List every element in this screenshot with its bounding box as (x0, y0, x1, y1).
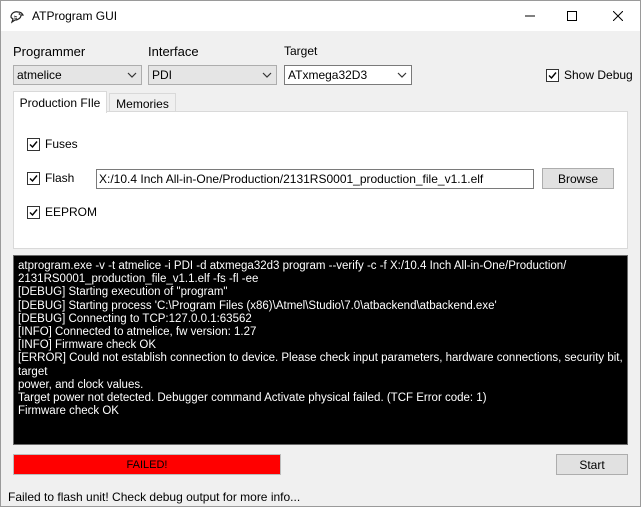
programmer-label: Programmer (13, 44, 86, 59)
eeprom-label: EEPROM (45, 205, 98, 219)
status-text: FAILED! (126, 458, 168, 471)
bird-icon (9, 8, 25, 24)
chevron-down-icon (262, 72, 272, 78)
check-icon (29, 140, 38, 148)
chevron-down-icon (397, 72, 407, 78)
show-debug-label: Show Debug (564, 68, 633, 82)
console-line: [DEBUG] Connecting to TCP:127.0.0.1:6356… (18, 312, 252, 325)
tab-production-file[interactable]: Production FIle (13, 91, 107, 113)
fuses-checkbox[interactable]: Fuses (27, 137, 78, 151)
programmer-select[interactable]: atmelice (13, 65, 142, 85)
console-line: [ERROR] Could not establish connection t… (18, 352, 626, 378)
check-icon (29, 174, 38, 182)
debug-output-console[interactable]: atprogram.exe -v -t atmelice -i PDI -d a… (13, 255, 628, 445)
target-label: Target (284, 44, 318, 58)
window-title: ATProgram GUI (32, 9, 118, 23)
fuses-check (27, 137, 40, 151)
show-debug-checkbox[interactable]: Show Debug (546, 68, 633, 82)
tab-memories[interactable]: Memories (109, 93, 176, 113)
close-button[interactable] (595, 1, 641, 31)
interface-label: Interface (148, 44, 199, 59)
flash-checkbox[interactable]: Flash (27, 171, 74, 185)
app-window: ATProgram GUI Programmer Interface Targe… (0, 0, 641, 507)
tab-production-file-label: Production FIle (19, 95, 101, 110)
minimize-button[interactable] (507, 1, 553, 31)
console-line: power, and clock values. (18, 378, 144, 391)
tab-memories-label: Memories (116, 96, 169, 111)
console-line: Target power not detected. Debugger comm… (18, 392, 487, 405)
check-icon (29, 208, 38, 216)
maximize-button[interactable] (549, 1, 595, 31)
production-file-panel: Fuses Flash X:/10.4 Inch All-in-One/Prod… (13, 111, 628, 249)
show-debug-check (546, 68, 559, 82)
console-line: 2131RS0001_production_file_v1.1.elf -fs … (18, 273, 259, 286)
interface-value: PDI (152, 68, 173, 82)
fuses-label: Fuses (45, 137, 78, 151)
eeprom-checkbox[interactable]: EEPROM (27, 205, 97, 219)
maximize-icon (567, 11, 577, 21)
start-button[interactable]: Start (556, 454, 628, 475)
check-icon (548, 71, 557, 79)
minimize-icon (525, 15, 535, 17)
status-indicator: FAILED! (13, 454, 281, 475)
target-select[interactable]: ATxmega32D3 (284, 65, 412, 85)
console-line: [INFO] Connected to atmelice, fw version… (18, 326, 257, 339)
programmer-value: atmelice (17, 68, 62, 82)
console-line: atprogram.exe -v -t atmelice -i PDI -d a… (18, 260, 567, 272)
console-line: [DEBUG] Starting process 'C:\Program Fil… (18, 299, 497, 312)
status-message: Failed to flash unit! Check debug output… (8, 490, 301, 504)
flash-file-path-input[interactable]: X:/10.4 Inch All-in-One/Production/2131R… (96, 169, 534, 189)
interface-select[interactable]: PDI (148, 65, 277, 85)
flash-label: Flash (45, 171, 75, 185)
title-bar[interactable]: ATProgram GUI (1, 1, 640, 31)
chevron-down-icon (127, 72, 137, 78)
browse-button[interactable]: Browse (542, 168, 614, 189)
eeprom-check (27, 205, 40, 219)
console-line: Firmware check OK (18, 405, 119, 418)
flash-check (27, 171, 40, 185)
console-line: [INFO] Firmware check OK (18, 339, 157, 352)
close-icon (613, 11, 623, 21)
console-line: [DEBUG] Starting execution of "program" (18, 286, 228, 299)
target-value: ATxmega32D3 (288, 68, 368, 82)
